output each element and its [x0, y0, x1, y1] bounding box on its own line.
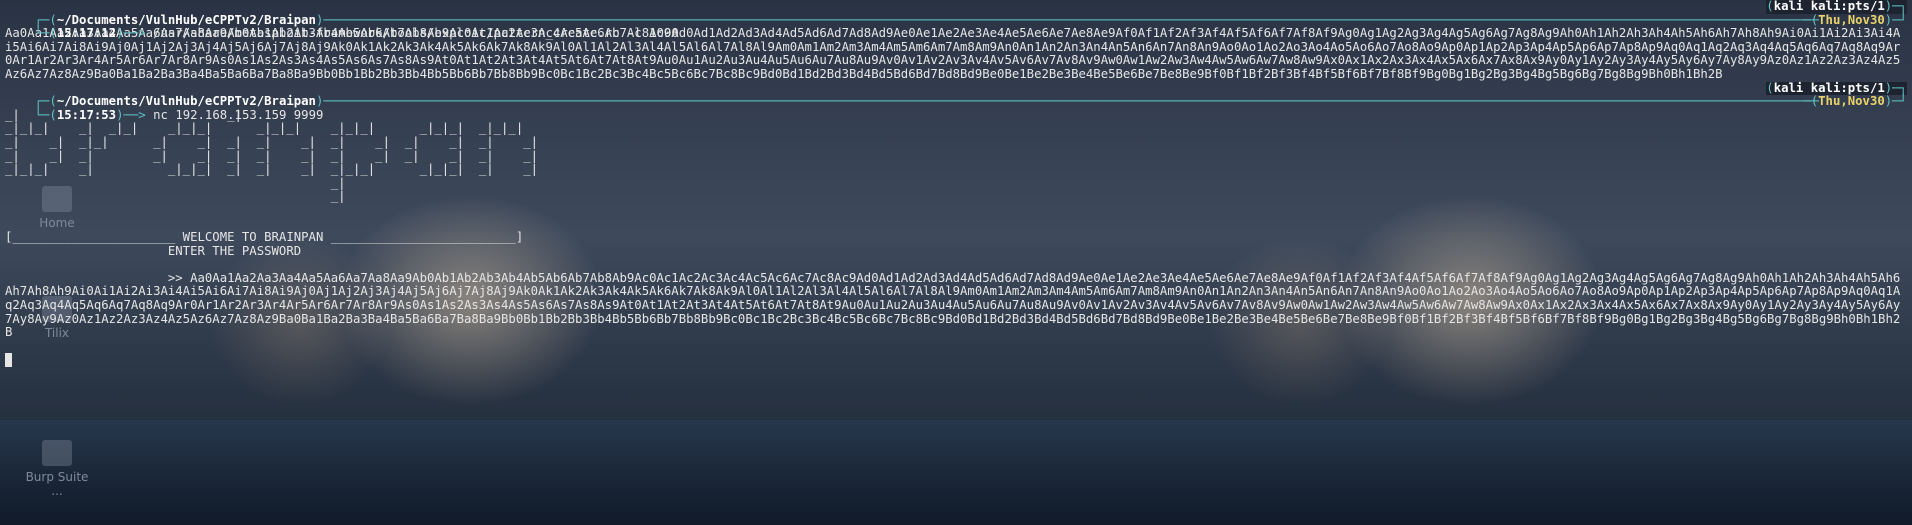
prompt-header: ┌─(~/Documents/VulnHub/eCPPTv2/Braipan)─…	[5, 0, 1907, 26]
prompt-command-line: └─(15:17:53)──> nc 192.168.153.159 9999 …	[34, 94, 1907, 122]
terminal-window[interactable]: ┌─(~/Documents/VulnHub/eCPPTv2/Braipan)─…	[5, 0, 1907, 368]
desktop-icon-burp-suite[interactable]: Burp Suite ...	[22, 440, 92, 498]
password-prompt: ENTER THE PASSWORD	[5, 243, 302, 258]
burp-icon	[42, 440, 72, 466]
desktop-icon-label: Burp Suite ...	[25, 470, 89, 498]
prompt-date: ─(Thu,Nov30)─┘	[1803, 94, 1907, 109]
prompt-command-line: └─(15:17:12)──> /usr/share/metasploit-fr…	[34, 12, 1907, 41]
prompt-date: ─(Thu,Nov30)─┘	[1803, 12, 1907, 27]
command-text: /usr/share/metasploit-framework/tools/ex…	[153, 26, 679, 41]
prompt-time: 15:17:53	[56, 107, 117, 122]
prompt-header: ┌─(~/Documents/VulnHub/eCPPTv2/Braipan)─…	[34, 80, 1907, 109]
cursor-line[interactable]	[5, 353, 1907, 368]
password-input-echo: >> Aa0Aa1Aa2Aa3Aa4Aa5Aa6Aa7Aa8Aa9Ab0Ab1A…	[5, 270, 1901, 340]
wallpaper-sea	[0, 420, 1912, 525]
prompt-time: 15:17:12	[56, 26, 117, 41]
brainpan-ascii-banner: _| _| _|_|_| _| _|_| _|_|_| _|_|_| _|_|_…	[5, 107, 539, 204]
command-text: nc 192.168.153.159 9999	[153, 107, 324, 122]
welcome-banner: [______________________ WELCOME TO BRAIN…	[5, 230, 524, 245]
prompt-right-info: (kali kali:pts/1)─┐	[1766, 0, 1907, 14]
terminal-cursor	[5, 353, 12, 368]
